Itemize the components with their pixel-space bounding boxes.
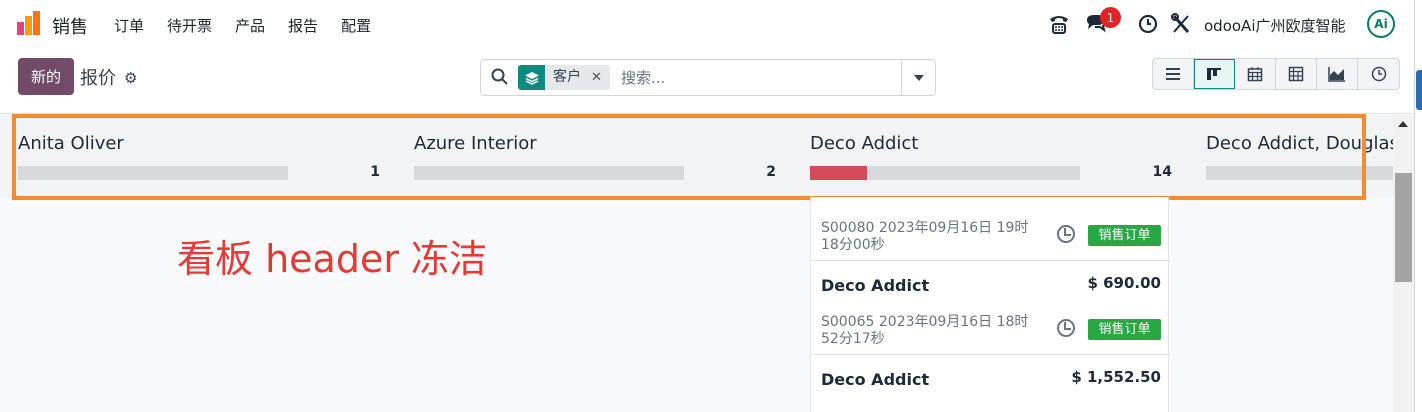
column-title[interactable]: Deco Addict, Douglas	[1206, 133, 1393, 154]
app-name[interactable]: 销售	[52, 13, 88, 39]
search-options-toggle[interactable]	[901, 60, 935, 95]
new-button[interactable]: 新的	[18, 58, 74, 95]
card-customer: Deco Addict	[821, 276, 930, 295]
kanban-card[interactable]: Deco Addict $ 1,552.50	[811, 355, 1170, 412]
column-progress-bar[interactable]	[414, 166, 684, 180]
search-input[interactable]	[621, 67, 891, 89]
card-reference: S00065 2023年09月16日 18时52分17秒	[821, 314, 1029, 347]
column-progress-bar[interactable]	[18, 166, 288, 180]
top-navbar: 销售 订单 待开票 产品 报告 配置 1 odooAi广州欧度智能 Ai	[0, 0, 1422, 48]
activity-clock-icon	[1371, 66, 1386, 82]
search-facet: 客户 ✕	[518, 65, 610, 90]
search-bar: 客户 ✕	[480, 59, 936, 96]
breadcrumb: 报价	[80, 68, 116, 89]
list-view-icon	[1166, 68, 1180, 80]
column-count: 14	[1152, 164, 1172, 180]
progress-fill	[810, 166, 867, 180]
clock-icon[interactable]	[1137, 10, 1159, 38]
menu-item-products[interactable]: 产品	[235, 15, 265, 36]
company-name[interactable]: odooAi广州欧度智能	[1204, 15, 1345, 36]
calendar-view-icon	[1247, 67, 1263, 82]
graph-view-icon	[1328, 67, 1345, 82]
facet-label: 客户	[553, 69, 581, 85]
gear-icon[interactable]: ⚙	[124, 69, 137, 87]
sales-app-icon[interactable]	[16, 10, 42, 36]
kanban-view-button[interactable]	[1194, 59, 1235, 89]
scroll-thumb[interactable]	[1395, 173, 1412, 282]
facet-remove-icon[interactable]: ✕	[591, 65, 602, 90]
edge-tab	[1416, 70, 1422, 110]
window-edge	[1414, 0, 1422, 412]
pivot-view-icon	[1288, 66, 1304, 82]
column-count: 1	[370, 164, 380, 180]
card-amount: $ 690.00	[1087, 274, 1161, 292]
card-amount: $ 1,552.50	[1071, 368, 1161, 386]
kanban-view-icon	[1207, 68, 1221, 80]
phone-icon[interactable]	[1047, 10, 1071, 38]
kanban-column-header[interactable]: Anita Oliver 1	[0, 115, 396, 197]
activity-view-button[interactable]	[1358, 59, 1399, 89]
annotation-text: 看板 header 冻洁	[177, 237, 488, 281]
control-panel: 新的 报价 ⚙ 客户 ✕	[0, 48, 1422, 114]
column-count: 2	[766, 164, 776, 180]
kanban-card[interactable]: S00080 2023年09月16日 19时18分00秒 销售订单	[811, 197, 1170, 261]
column-progress-bar[interactable]	[810, 166, 1080, 180]
scroll-up-arrow-icon[interactable]	[1398, 121, 1408, 127]
kanban-column-header[interactable]: Deco Addict 14	[792, 115, 1188, 197]
column-title[interactable]: Anita Oliver	[18, 133, 124, 154]
menu-item-orders[interactable]: 订单	[114, 15, 144, 36]
activity-clock-icon[interactable]	[1057, 319, 1075, 337]
vertical-scrollbar[interactable]	[1393, 115, 1414, 412]
caret-down-icon	[913, 74, 924, 81]
graph-view-button[interactable]	[1317, 59, 1358, 89]
calendar-view-button[interactable]	[1235, 59, 1276, 89]
layers-icon	[518, 65, 545, 90]
main-menu: 订单 待开票 产品 报告 配置	[114, 15, 371, 36]
tools-icon[interactable]	[1170, 10, 1192, 38]
column-title[interactable]: Deco Addict	[810, 133, 918, 154]
menu-item-configuration[interactable]: 配置	[341, 15, 371, 36]
kanban-column-header[interactable]: Azure Interior 2	[396, 115, 792, 197]
column-title[interactable]: Azure Interior	[414, 133, 537, 154]
menu-item-to-invoice[interactable]: 待开票	[167, 15, 212, 36]
list-view-button[interactable]	[1153, 59, 1194, 89]
pivot-view-button[interactable]	[1276, 59, 1317, 89]
user-avatar[interactable]: Ai	[1367, 10, 1395, 38]
kanban-column-cards: S00080 2023年09月16日 19时18分00秒 销售订单 Deco A…	[810, 197, 1170, 412]
search-icon[interactable]	[491, 68, 509, 86]
kanban-column-header[interactable]: Deco Addict, Douglas	[1188, 115, 1393, 197]
status-tag: 销售订单	[1088, 319, 1161, 340]
view-switcher	[1152, 58, 1400, 90]
activity-clock-icon[interactable]	[1057, 225, 1075, 243]
menu-item-reporting[interactable]: 报告	[288, 15, 318, 36]
column-progress-bar[interactable]	[1206, 166, 1393, 180]
kanban-card[interactable]: Deco Addict $ 690.00 S00065 2023年09月16日 …	[811, 261, 1170, 355]
card-reference: S00080 2023年09月16日 19时18分00秒	[821, 220, 1029, 253]
kanban-header: Anita Oliver 1 Azure Interior 2 Deco Add…	[0, 115, 1393, 197]
message-count-badge: 1	[1100, 7, 1121, 28]
card-customer: Deco Addict	[821, 370, 930, 389]
status-tag: 销售订单	[1088, 225, 1161, 246]
